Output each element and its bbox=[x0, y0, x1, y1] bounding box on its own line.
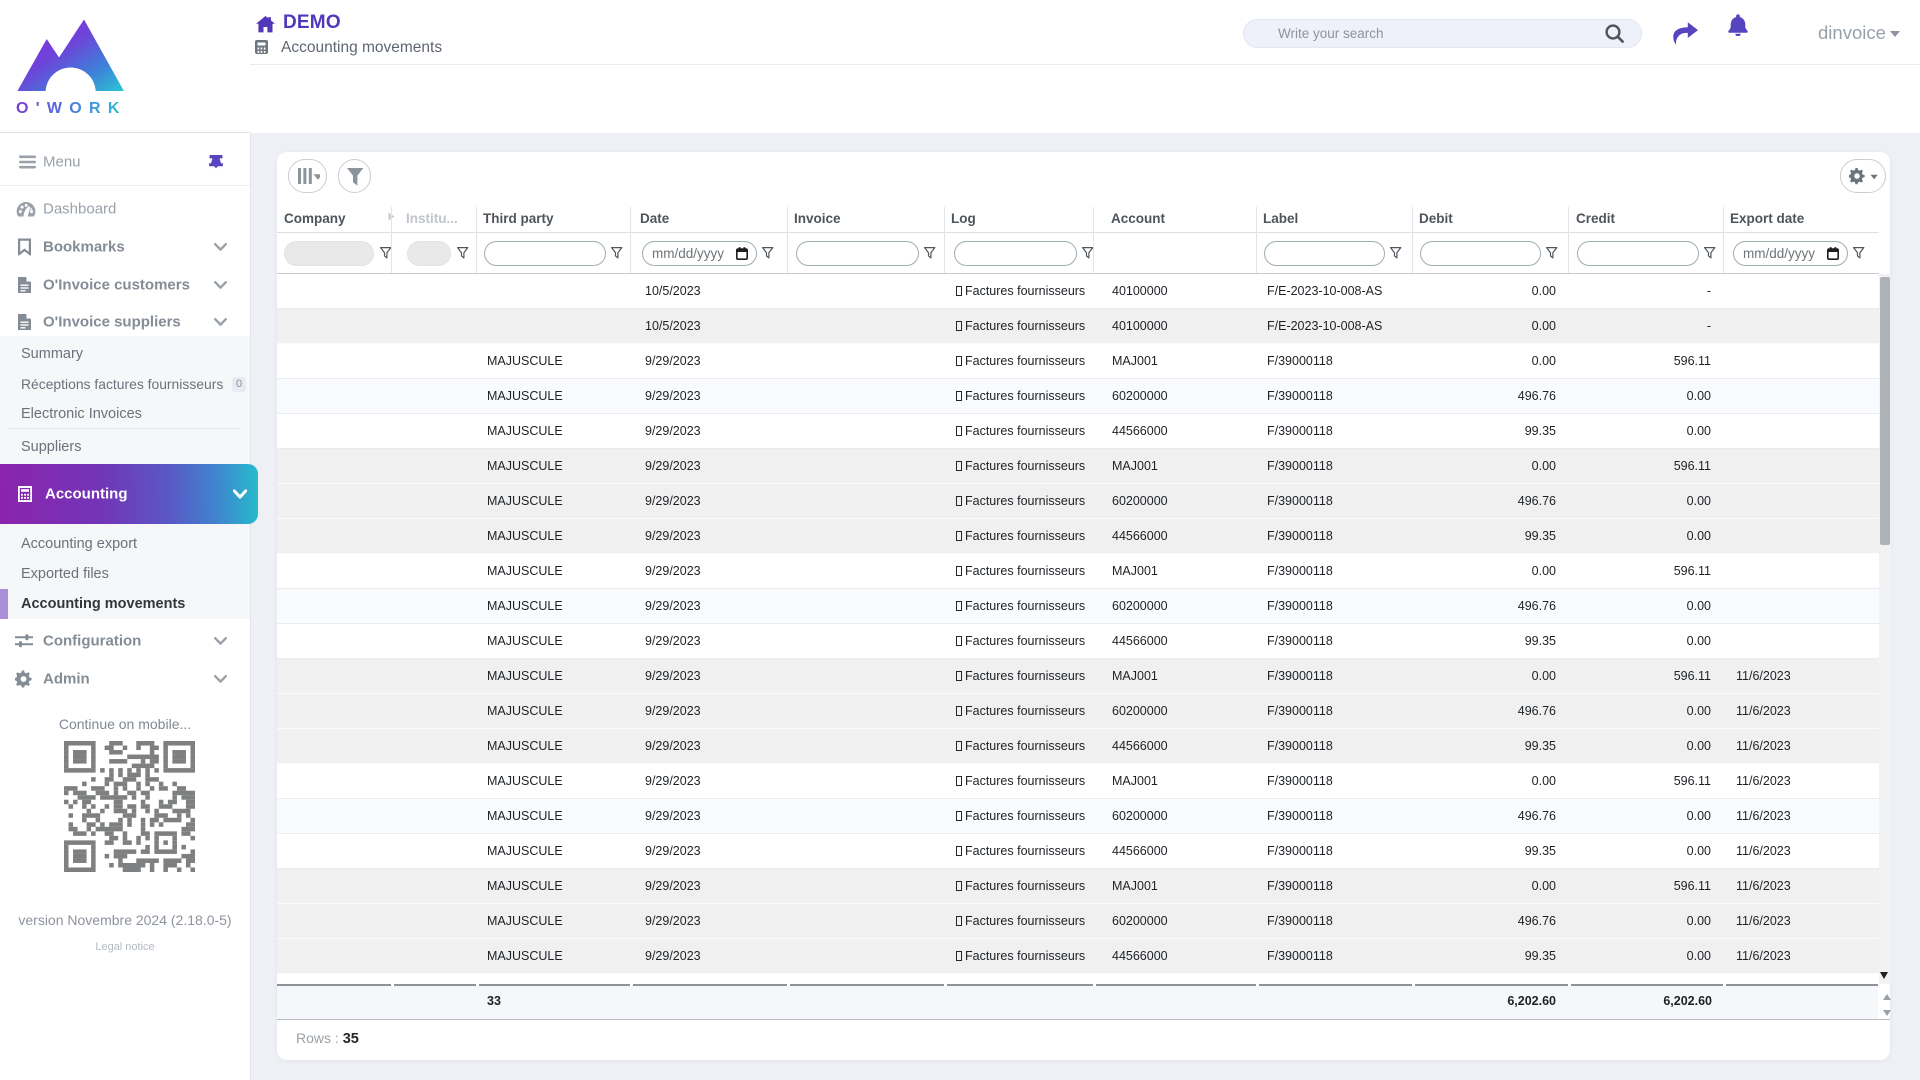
svg-text:O'WORK: O'WORK bbox=[16, 100, 124, 113]
